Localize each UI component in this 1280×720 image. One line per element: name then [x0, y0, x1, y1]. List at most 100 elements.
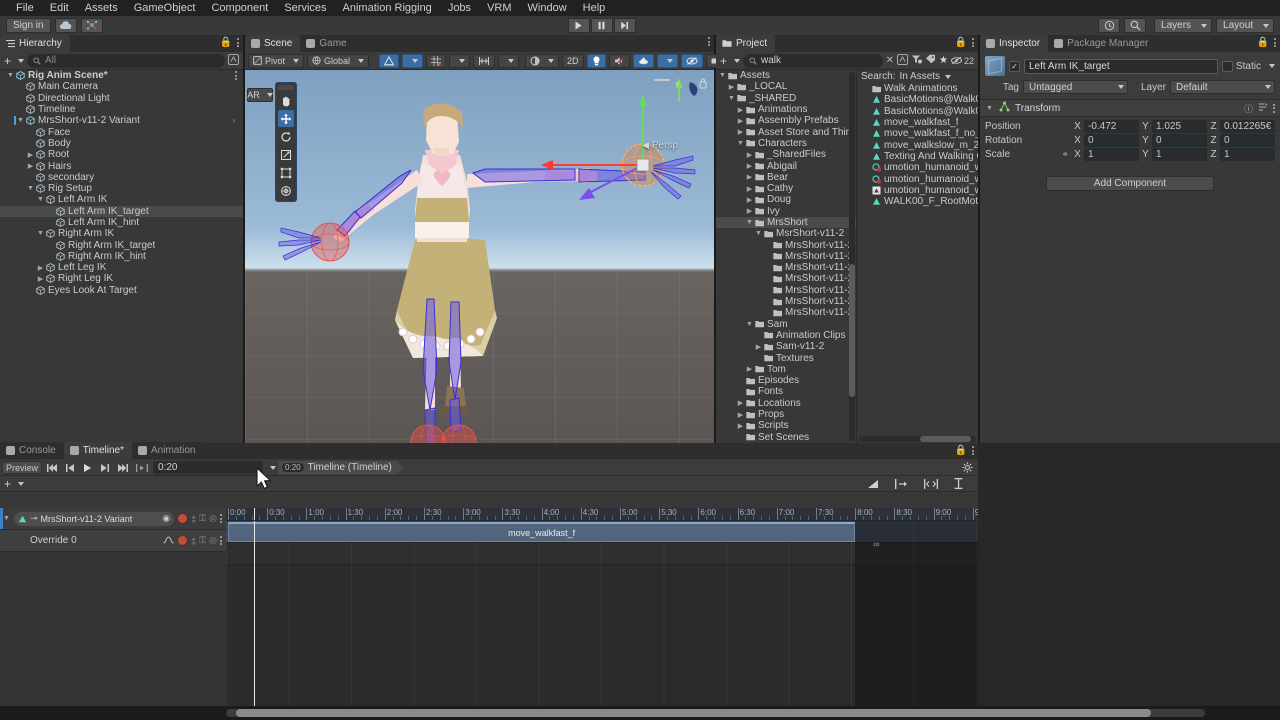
hierarchy-menu-icon[interactable]: [237, 38, 239, 47]
snap-increment-toggle[interactable]: [473, 53, 496, 68]
gameobject-enabled-checkbox[interactable]: ✓: [1009, 60, 1020, 72]
next-key-icon[interactable]: [97, 461, 112, 474]
hand-tool-icon[interactable]: [278, 92, 294, 109]
scene-orientation-gizmo[interactable]: Y: [648, 76, 708, 122]
menu-item-window[interactable]: Window: [520, 0, 575, 16]
foldout-arrow-icon[interactable]: ▼: [36, 196, 45, 203]
replace-icon[interactable]: [921, 477, 941, 490]
foldout-arrow-icon[interactable]: ▶: [745, 207, 754, 215]
tab-timeline[interactable]: Timeline*: [63, 442, 133, 459]
move-tool-icon[interactable]: [278, 110, 294, 127]
scale-y-field[interactable]: 1: [1152, 148, 1207, 161]
component-menu-icon[interactable]: [1273, 103, 1275, 113]
search-icon[interactable]: [1124, 18, 1147, 33]
hierarchy-item[interactable]: ▶ Hairs: [0, 160, 243, 172]
foldout-arrow-icon[interactable]: ▼: [718, 72, 727, 79]
foldout-arrow-icon[interactable]: ▼: [36, 230, 45, 237]
play-button[interactable]: [567, 18, 590, 33]
project-tree-item[interactable]: ▶ Sam-v11-2: [716, 341, 856, 352]
track-target-icon[interactable]: ◉: [162, 513, 170, 524]
lock-icon[interactable]: ⚿: [199, 513, 206, 524]
project-tree-item[interactable]: ▶ Doug: [716, 194, 856, 205]
sign-in-button[interactable]: Sign in: [6, 18, 51, 33]
favorite-icon[interactable]: ★: [939, 55, 948, 66]
project-tree-item[interactable]: ▶ Asset Store and Third P: [716, 126, 856, 138]
project-tree-column[interactable]: ▼ Assets ▶ _LOCAL ▼ _SHARED ▶ Animations ▶ Assemb…: [716, 70, 856, 443]
timeline-playhead[interactable]: [254, 521, 256, 706]
tab-scene[interactable]: Scene: [245, 35, 301, 52]
foldout-arrow-icon[interactable]: ▶: [745, 151, 754, 159]
play-icon[interactable]: [80, 461, 95, 474]
bottom-scroll-thumb[interactable]: [236, 709, 1151, 717]
project-tree-item[interactable]: ▼ _SHARED: [716, 93, 856, 104]
project-tree-item[interactable]: MrsShort-v11-2: [716, 262, 856, 273]
position-x-field[interactable]: -0.472: [1084, 120, 1139, 133]
hierarchy-item[interactable]: ▼ Left Arm IK: [0, 194, 243, 205]
grid-snap-dropdown[interactable]: [402, 53, 424, 68]
time-dropdown-icon[interactable]: [270, 465, 277, 470]
tab-game[interactable]: Game: [300, 35, 355, 52]
foldout-arrow-icon[interactable]: ▼: [754, 230, 763, 237]
hierarchy-item[interactable]: Eyes Look At Target: [0, 285, 243, 296]
lighting-toggle[interactable]: [586, 53, 606, 68]
hierarchy-item[interactable]: ▼ Rig Setup: [0, 183, 243, 194]
menu-item-edit[interactable]: Edit: [42, 0, 77, 16]
gear-icon[interactable]: [959, 461, 976, 474]
project-result-item[interactable]: BasicMotions@Walk01 -: [857, 94, 978, 105]
project-result-item[interactable]: Texting And Walking Cor: [857, 151, 978, 162]
search-scope-dropdown[interactable]: In Assets: [899, 71, 952, 82]
project-tree-item[interactable]: MrsShort-v11-2: [716, 239, 856, 251]
project-add-button[interactable]: +: [720, 54, 741, 68]
lock-icon[interactable]: ⚿: [199, 535, 206, 546]
foldout-arrow-icon[interactable]: ▼: [745, 219, 754, 226]
foldout-arrow-icon[interactable]: ▶: [745, 185, 754, 193]
position-z-field[interactable]: 0.012265€: [1220, 120, 1275, 133]
project-tree-item[interactable]: ▶ Assembly Prefabs: [716, 115, 856, 126]
grid-snap-toggle[interactable]: [379, 53, 400, 68]
track-menu-icon[interactable]: [220, 536, 222, 545]
menu-item-gameobject[interactable]: GameObject: [126, 0, 204, 16]
menu-item-services[interactable]: Services: [276, 0, 334, 16]
rotation-y-field[interactable]: 0: [1152, 134, 1207, 147]
clear-search-icon[interactable]: ✕: [886, 55, 894, 66]
project-tree-item[interactable]: Fonts: [716, 386, 856, 397]
project-tree-scrollbar[interactable]: [849, 72, 855, 441]
skip-start-icon[interactable]: [44, 461, 61, 474]
project-tree-item[interactable]: ▶ Locations: [716, 398, 856, 409]
collab-icon[interactable]: [80, 18, 103, 33]
project-tree-item[interactable]: ▶ Tom: [716, 364, 856, 375]
scale-link-icon[interactable]: ⚭: [1061, 149, 1069, 160]
scene-menu-icon[interactable]: [708, 37, 710, 46]
project-results-column[interactable]: Search: In Assets Walk Animations BasicMo…: [857, 70, 978, 443]
project-tree-item[interactable]: ▼ MrsShort: [716, 216, 856, 229]
help-icon[interactable]: ⓘ: [1244, 102, 1253, 115]
foldout-arrow-icon[interactable]: ▶: [36, 275, 45, 283]
rotation-z-field[interactable]: 0: [1220, 134, 1275, 147]
effects-toggle[interactable]: [632, 53, 654, 68]
hierarchy-item[interactable]: ▶ Left Leg IK: [0, 262, 243, 273]
snap-increment-dropdown[interactable]: [498, 53, 520, 68]
track-menu-icon[interactable]: [220, 514, 222, 523]
project-lock-icon[interactable]: 🔒: [955, 37, 967, 48]
hierarchy-item[interactable]: Directional Light: [0, 93, 243, 104]
foldout-arrow-icon[interactable]: ▼: [16, 117, 25, 124]
ripple-icon[interactable]: [892, 477, 911, 490]
project-tree-item[interactable]: MrsShort-v11-2: [716, 273, 856, 284]
project-result-item[interactable]: BasicMotions@Walk01 -: [857, 106, 978, 117]
foldout-arrow-icon[interactable]: ▶: [736, 117, 745, 125]
foldout-arrow-icon[interactable]: ▼: [6, 72, 15, 79]
foldout-arrow-icon[interactable]: ▶: [736, 411, 745, 419]
timeline-track-header[interactable]: Override 0 ‡ ⚿ ◎: [0, 530, 226, 552]
project-tree-item[interactable]: ▶ Animations: [716, 104, 856, 115]
timeline-ruler[interactable]: 0:00 0:30 1:00 1:30 2:00 2:30 3:00 3:30 4:00 4:30…: [226, 508, 978, 521]
foldout-arrow-icon[interactable]: ▶: [26, 162, 35, 170]
project-tree-item[interactable]: Set Scenes: [716, 432, 856, 443]
project-search-input[interactable]: walk: [743, 53, 883, 68]
preset-icon[interactable]: [1258, 102, 1268, 115]
tab-inspector[interactable]: Inspector: [980, 35, 1049, 52]
skip-end-icon[interactable]: [114, 461, 131, 474]
position-y-field[interactable]: 1.025: [1152, 120, 1207, 133]
hierarchy-item[interactable]: ▼ Right Arm IK: [0, 228, 243, 239]
project-tree-item[interactable]: ▶ Scripts: [716, 420, 856, 431]
preview-button[interactable]: Preview: [2, 461, 43, 474]
